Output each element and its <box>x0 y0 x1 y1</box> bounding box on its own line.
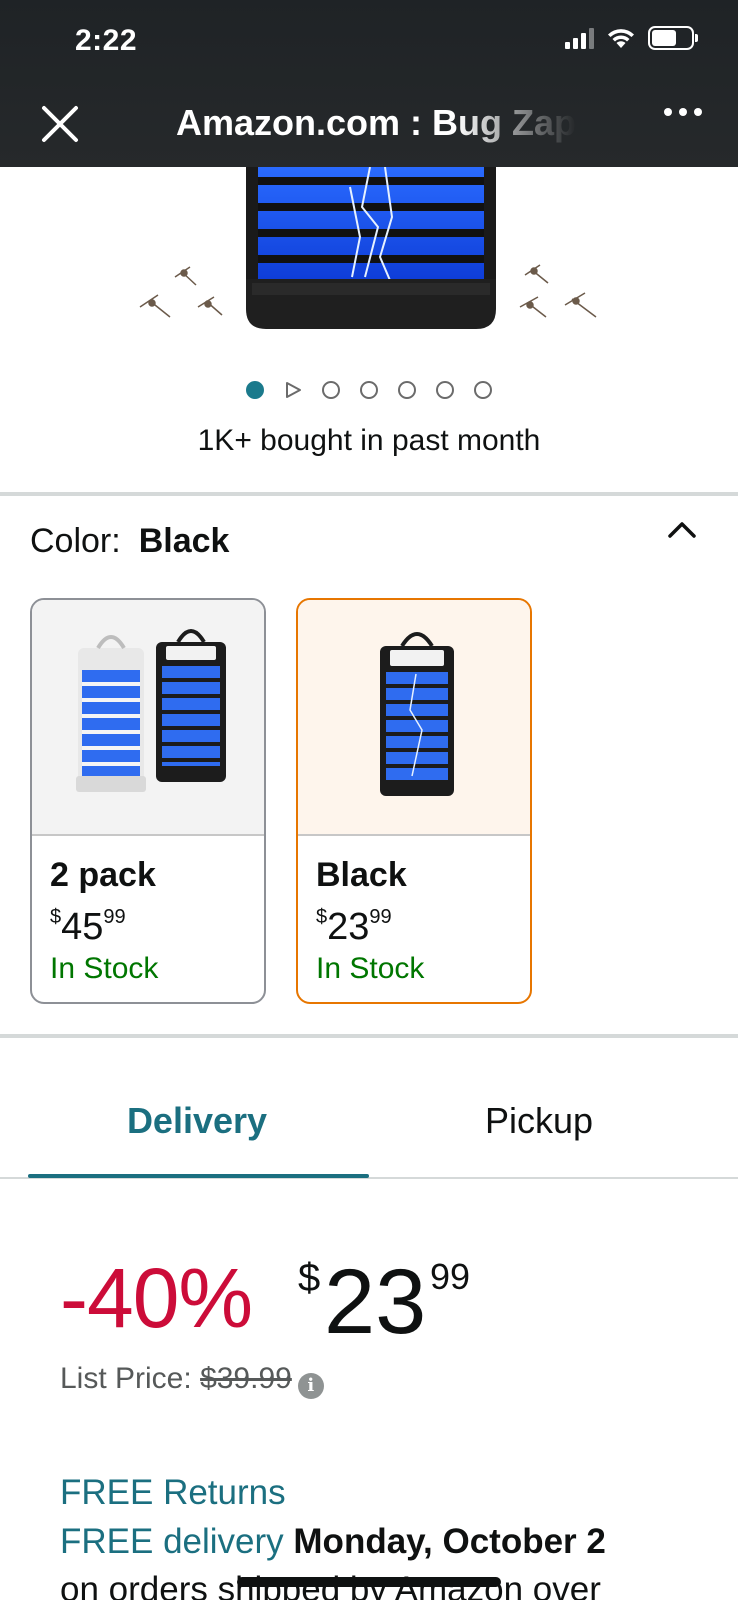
list-price: List Price: $39.99 i <box>60 1362 324 1399</box>
free-returns-link[interactable]: FREE Returns <box>60 1473 286 1513</box>
carousel-dot[interactable] <box>436 381 454 399</box>
option-price: $2399 <box>316 906 392 948</box>
wifi-icon <box>608 29 634 48</box>
option-name: Black <box>316 856 407 894</box>
color-selector-label: Color: Black <box>30 522 229 561</box>
bought-past-month: 1K+ bought in past month <box>197 424 541 457</box>
close-icon[interactable] <box>38 102 82 146</box>
active-tab-indicator <box>28 1174 369 1178</box>
tab-pickup[interactable]: Pickup <box>394 1100 684 1142</box>
section-divider <box>0 492 738 496</box>
cellular-signal-icon <box>565 27 594 49</box>
selected-color: Black <box>138 522 230 560</box>
status-time: 2:22 <box>75 24 138 57</box>
free-delivery-link[interactable]: FREE delivery <box>60 1522 284 1561</box>
tab-delivery[interactable]: Delivery <box>0 1100 394 1142</box>
color-label: Color: <box>30 522 121 560</box>
more-options-icon[interactable] <box>664 108 702 116</box>
carousel-dot[interactable] <box>246 381 264 399</box>
carousel-dot[interactable] <box>322 381 340 399</box>
battery-icon <box>648 26 698 50</box>
page-title: Amazon.com : Bug Zapper for Indoor <box>176 102 576 143</box>
option-price: $4599 <box>50 906 126 948</box>
delivery-info: FREE delivery Monday, October 2 <box>60 1522 606 1562</box>
status-icons <box>565 26 698 50</box>
list-price-value: $39.99 <box>200 1362 292 1395</box>
stock-status: In Stock <box>316 952 425 985</box>
home-indicator[interactable] <box>237 1577 501 1587</box>
swatch-image <box>298 600 530 836</box>
browser-header: 2:22 Amazon.com : Bug Zapper for Indoor <box>0 0 738 167</box>
image-carousel-indicator[interactable] <box>0 381 738 399</box>
color-option-black[interactable]: Black $2399 In Stock <box>296 598 532 1004</box>
carousel-dot[interactable] <box>398 381 416 399</box>
color-option-2-pack[interactable]: 2 pack $4599 In Stock <box>30 598 266 1004</box>
carousel-dot[interactable] <box>360 381 378 399</box>
chevron-up-icon[interactable] <box>666 518 698 542</box>
carousel-dot[interactable] <box>474 381 492 399</box>
swatch-image <box>32 600 264 836</box>
info-icon[interactable]: i <box>297 1373 324 1399</box>
delivery-date: Monday, October 2 <box>293 1522 606 1561</box>
bug-zapper-image <box>139 167 597 329</box>
discount-percent: -40% <box>60 1251 253 1345</box>
option-name: 2 pack <box>50 856 156 894</box>
product-image[interactable] <box>0 167 738 352</box>
stock-status: In Stock <box>50 952 159 985</box>
video-play-icon[interactable] <box>284 381 302 399</box>
section-divider <box>0 1034 738 1038</box>
